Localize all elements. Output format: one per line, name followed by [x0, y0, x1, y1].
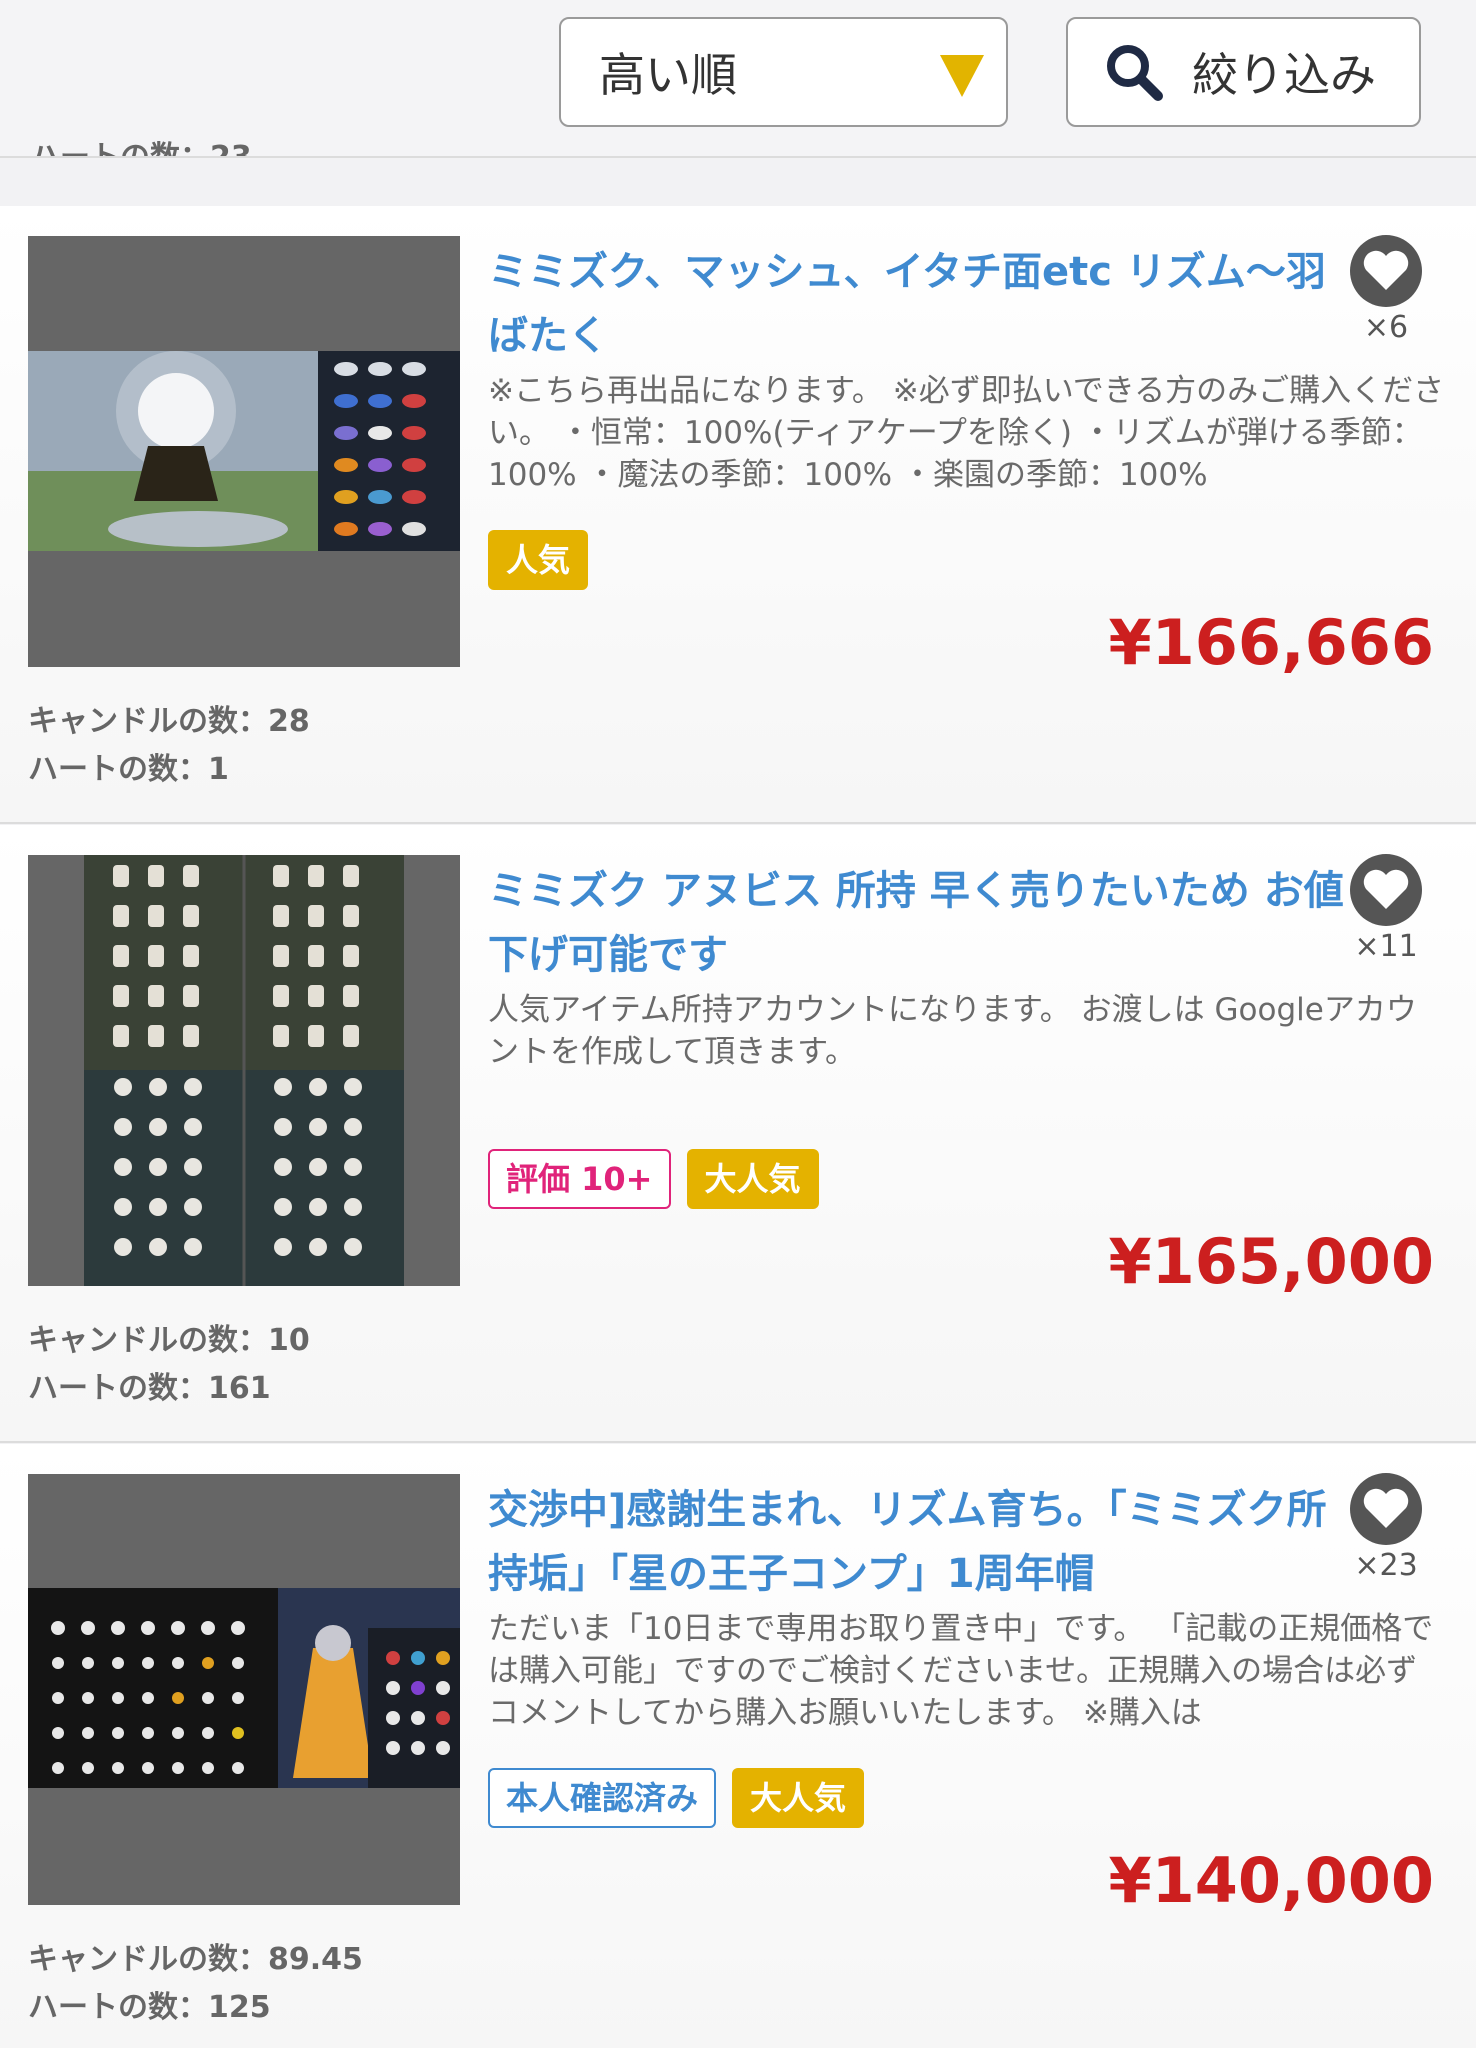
favorite-count: ×6 — [1363, 310, 1409, 345]
game-screenshot — [28, 855, 460, 1286]
listing-price: ¥166,666 — [1108, 606, 1434, 679]
listing-thumbnail[interactable] — [28, 855, 460, 1286]
favorite-button[interactable]: ×11 — [1346, 853, 1426, 964]
game-screenshot — [28, 1588, 460, 1788]
game-screenshot — [28, 351, 460, 551]
listing-title[interactable]: ミミズク アヌビス 所持 早く売りたいため お値下げ可能です — [488, 859, 1348, 987]
badge-list: 本人確認済み 大人気 — [488, 1768, 865, 1828]
sort-dropdown[interactable]: 高い順 — [559, 17, 1008, 127]
popular-badge: 人気 — [488, 530, 589, 590]
heart-count: ハートの数：125 — [28, 1990, 271, 2025]
candle-count: キャンドルの数：10 — [28, 1323, 310, 1358]
badge-list: 評価 10+ 大人気 — [488, 1149, 819, 1209]
listing-title[interactable]: ミミズク、マッシュ、イタチ面etc リズム〜羽ばたく — [488, 240, 1348, 368]
listing-thumbnail[interactable] — [28, 236, 460, 667]
sort-label: 高い順 — [599, 48, 737, 102]
popular-badge: 大人気 — [732, 1768, 865, 1828]
toolbar: ハートの数：23 高い順 絞り込み — [0, 0, 1476, 158]
listing-stats: キャンドルの数：89.45 ハートの数：125 — [28, 1936, 363, 2032]
listing-thumbnail[interactable] — [28, 1474, 460, 1905]
listing-stats: キャンドルの数：10 ハートの数：161 — [28, 1317, 310, 1413]
caret-down-icon — [940, 55, 984, 97]
favorite-count: ×11 — [1354, 929, 1418, 964]
previous-item-hearts: ハートの数：23 — [30, 140, 252, 158]
listing-price: ¥165,000 — [1108, 1225, 1434, 1298]
favorite-count: ×23 — [1354, 1548, 1418, 1583]
heart-icon — [1350, 854, 1422, 926]
listing-card[interactable]: 交渉中]感謝生まれ、リズム育ち。「ミミズク所持垢」「星の王子コンプ」1周年帽 ×… — [0, 1444, 1476, 2048]
heart-icon — [1350, 1473, 1422, 1545]
verified-badge: 本人確認済み — [488, 1768, 717, 1828]
listing-card[interactable]: ミミズク、マッシュ、イタチ面etc リズム〜羽ばたく ×6 ※こちら再出品になり… — [0, 206, 1476, 824]
listing-description: 人気アイテム所持アカウントになります。 お渡しは Googleアカウントを作成し… — [488, 992, 1417, 1070]
heart-count: ハートの数：161 — [28, 1371, 271, 1406]
candle-count: キャンドルの数：28 — [28, 704, 310, 739]
listing-title[interactable]: 交渉中]感謝生まれ、リズム育ち。「ミミズク所持垢」「星の王子コンプ」1周年帽 — [488, 1478, 1348, 1606]
heart-count: ハートの数：1 — [28, 752, 229, 787]
listing-description: ※こちら再出品になります。 ※必ず即払いできる方のみご購入ください。 ・恒常：1… — [488, 373, 1445, 493]
favorite-button[interactable]: ×6 — [1346, 234, 1426, 345]
listing-card[interactable]: ミミズク アヌビス 所持 早く売りたいため お値下げ可能です ×11 人気アイテ… — [0, 825, 1476, 1443]
listing-price: ¥140,000 — [1108, 1844, 1434, 1917]
search-icon — [1107, 45, 1163, 101]
filter-label: 絞り込み — [1192, 48, 1376, 102]
heart-icon — [1350, 235, 1422, 307]
badge-list: 人気 — [488, 530, 589, 590]
listing-stats: キャンドルの数：28 ハートの数：1 — [28, 698, 310, 794]
listing-description: ただいま「10日まで専用お取り置き中」です。 「記載の正規価格では購入可能」です… — [488, 1611, 1434, 1731]
rating-badge: 評価 10+ — [488, 1149, 671, 1209]
candle-count: キャンドルの数：89.45 — [28, 1942, 363, 1977]
popular-badge: 大人気 — [686, 1149, 819, 1209]
filter-button[interactable]: 絞り込み — [1066, 17, 1421, 127]
favorite-button[interactable]: ×23 — [1346, 1472, 1426, 1583]
